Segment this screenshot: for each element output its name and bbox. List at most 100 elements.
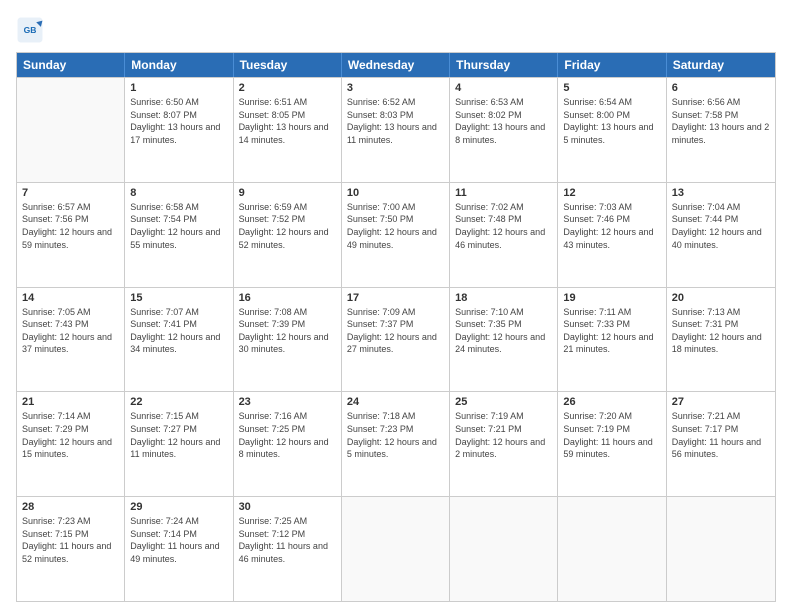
day-number: 7 <box>22 187 119 199</box>
day-info: Sunrise: 6:52 AMSunset: 8:03 PMDaylight:… <box>347 96 444 146</box>
day-number: 8 <box>130 187 227 199</box>
day-info: Sunrise: 7:21 AMSunset: 7:17 PMDaylight:… <box>672 410 770 460</box>
day-number: 10 <box>347 187 444 199</box>
day-info: Sunrise: 7:09 AMSunset: 7:37 PMDaylight:… <box>347 306 444 356</box>
calendar-cell: 24 Sunrise: 7:18 AMSunset: 7:23 PMDayligh… <box>342 392 450 496</box>
day-number: 15 <box>130 292 227 304</box>
day-info: Sunrise: 7:20 AMSunset: 7:19 PMDaylight:… <box>563 410 660 460</box>
calendar-cell: 7 Sunrise: 6:57 AMSunset: 7:56 PMDaylight… <box>17 183 125 287</box>
day-number: 4 <box>455 82 552 94</box>
weekday-header: Wednesday <box>342 53 450 77</box>
day-info: Sunrise: 6:57 AMSunset: 7:56 PMDaylight:… <box>22 201 119 251</box>
calendar-cell: 4 Sunrise: 6:53 AMSunset: 8:02 PMDaylight… <box>450 78 558 182</box>
day-number: 5 <box>563 82 660 94</box>
calendar-cell: 15 Sunrise: 7:07 AMSunset: 7:41 PMDayligh… <box>125 288 233 392</box>
calendar-cell: 28 Sunrise: 7:23 AMSunset: 7:15 PMDayligh… <box>17 497 125 601</box>
calendar-cell: 5 Sunrise: 6:54 AMSunset: 8:00 PMDaylight… <box>558 78 666 182</box>
header: GB <box>16 16 776 44</box>
day-info: Sunrise: 6:50 AMSunset: 8:07 PMDaylight:… <box>130 96 227 146</box>
calendar-row: 1 Sunrise: 6:50 AMSunset: 8:07 PMDaylight… <box>17 77 775 182</box>
day-info: Sunrise: 7:04 AMSunset: 7:44 PMDaylight:… <box>672 201 770 251</box>
day-info: Sunrise: 7:16 AMSunset: 7:25 PMDaylight:… <box>239 410 336 460</box>
calendar-cell: 9Sunrise: 6:59 AMSunset: 7:52 PMDaylight… <box>234 183 342 287</box>
day-number: 20 <box>672 292 770 304</box>
weekday-header: Friday <box>558 53 666 77</box>
day-info: Sunrise: 7:25 AMSunset: 7:12 PMDaylight:… <box>239 515 336 565</box>
day-info: Sunrise: 6:56 AMSunset: 7:58 PMDaylight:… <box>672 96 770 146</box>
day-info: Sunrise: 7:23 AMSunset: 7:15 PMDaylight:… <box>22 515 119 565</box>
day-info: Sunrise: 7:14 AMSunset: 7:29 PMDaylight:… <box>22 410 119 460</box>
day-number: 12 <box>563 187 660 199</box>
day-info: Sunrise: 7:10 AMSunset: 7:35 PMDaylight:… <box>455 306 552 356</box>
calendar-cell <box>17 78 125 182</box>
day-number: 29 <box>130 501 227 513</box>
calendar-header: SundayMondayTuesdayWednesdayThursdayFrid… <box>17 53 775 77</box>
weekday-header: Sunday <box>17 53 125 77</box>
day-number: 11 <box>455 187 552 199</box>
day-info: Sunrise: 7:18 AMSunset: 7:23 PMDaylight:… <box>347 410 444 460</box>
day-number: 2 <box>239 82 336 94</box>
day-info: Sunrise: 6:54 AMSunset: 8:00 PMDaylight:… <box>563 96 660 146</box>
day-number: 30 <box>239 501 336 513</box>
calendar-cell: 30 Sunrise: 7:25 AMSunset: 7:12 PMDayligh… <box>234 497 342 601</box>
day-info: Sunrise: 7:00 AMSunset: 7:50 PMDaylight:… <box>347 201 444 251</box>
day-info: Sunrise: 7:07 AMSunset: 7:41 PMDaylight:… <box>130 306 227 356</box>
calendar-cell: 23 Sunrise: 7:16 AMSunset: 7:25 PMDayligh… <box>234 392 342 496</box>
day-info: Sunrise: 7:15 AMSunset: 7:27 PMDaylight:… <box>130 410 227 460</box>
weekday-header: Tuesday <box>234 53 342 77</box>
calendar-cell: 11 Sunrise: 7:02 AMSunset: 7:48 PMDayligh… <box>450 183 558 287</box>
calendar-row: 14Sunrise: 7:05 AMSunset: 7:43 PMDayligh… <box>17 287 775 392</box>
calendar-cell: 27 Sunrise: 7:21 AMSunset: 7:17 PMDayligh… <box>667 392 775 496</box>
calendar-cell <box>558 497 666 601</box>
calendar-cell: 2 Sunrise: 6:51 AMSunset: 8:05 PMDaylight… <box>234 78 342 182</box>
day-number: 16 <box>239 292 336 304</box>
day-number: 25 <box>455 396 552 408</box>
day-info: Sunrise: 7:13 AMSunset: 7:31 PMDaylight:… <box>672 306 770 356</box>
calendar-cell: 12Sunrise: 7:03 AMSunset: 7:46 PMDayligh… <box>558 183 666 287</box>
day-info: Sunrise: 7:08 AMSunset: 7:39 PMDaylight:… <box>239 306 336 356</box>
calendar-cell: 22 Sunrise: 7:15 AMSunset: 7:27 PMDayligh… <box>125 392 233 496</box>
day-number: 26 <box>563 396 660 408</box>
calendar-cell: 20 Sunrise: 7:13 AMSunset: 7:31 PMDayligh… <box>667 288 775 392</box>
calendar-cell: 17 Sunrise: 7:09 AMSunset: 7:37 PMDayligh… <box>342 288 450 392</box>
day-info: Sunrise: 6:51 AMSunset: 8:05 PMDaylight:… <box>239 96 336 146</box>
calendar-cell: 13Sunrise: 7:04 AMSunset: 7:44 PMDayligh… <box>667 183 775 287</box>
calendar-cell: 8 Sunrise: 6:58 AMSunset: 7:54 PMDaylight… <box>125 183 233 287</box>
calendar-cell: 21 Sunrise: 7:14 AMSunset: 7:29 PMDayligh… <box>17 392 125 496</box>
day-number: 1 <box>130 82 227 94</box>
calendar-cell: 25 Sunrise: 7:19 AMSunset: 7:21 PMDayligh… <box>450 392 558 496</box>
page: GB SundayMondayTuesdayWednesdayThursdayF… <box>0 0 792 612</box>
day-info: Sunrise: 7:24 AMSunset: 7:14 PMDaylight:… <box>130 515 227 565</box>
day-number: 23 <box>239 396 336 408</box>
day-info: Sunrise: 7:05 AMSunset: 7:43 PMDaylight:… <box>22 306 119 356</box>
calendar-row: 7 Sunrise: 6:57 AMSunset: 7:56 PMDaylight… <box>17 182 775 287</box>
svg-text:GB: GB <box>24 25 37 35</box>
logo-icon: GB <box>16 16 44 44</box>
day-number: 27 <box>672 396 770 408</box>
calendar-cell: 3 Sunrise: 6:52 AMSunset: 8:03 PMDaylight… <box>342 78 450 182</box>
calendar-cell: 1 Sunrise: 6:50 AMSunset: 8:07 PMDaylight… <box>125 78 233 182</box>
weekday-header: Saturday <box>667 53 775 77</box>
day-number: 18 <box>455 292 552 304</box>
day-info: Sunrise: 7:02 AMSunset: 7:48 PMDaylight:… <box>455 201 552 251</box>
logo: GB <box>16 16 46 44</box>
day-number: 28 <box>22 501 119 513</box>
day-number: 24 <box>347 396 444 408</box>
day-number: 22 <box>130 396 227 408</box>
calendar-cell <box>450 497 558 601</box>
weekday-header: Monday <box>125 53 233 77</box>
day-info: Sunrise: 6:58 AMSunset: 7:54 PMDaylight:… <box>130 201 227 251</box>
calendar-cell: 26 Sunrise: 7:20 AMSunset: 7:19 PMDayligh… <box>558 392 666 496</box>
day-info: Sunrise: 7:19 AMSunset: 7:21 PMDaylight:… <box>455 410 552 460</box>
day-info: Sunrise: 7:11 AMSunset: 7:33 PMDaylight:… <box>563 306 660 356</box>
calendar-cell <box>342 497 450 601</box>
day-number: 17 <box>347 292 444 304</box>
day-info: Sunrise: 6:59 AMSunset: 7:52 PMDaylight:… <box>239 201 336 251</box>
day-number: 21 <box>22 396 119 408</box>
day-number: 6 <box>672 82 770 94</box>
calendar-cell: 29 Sunrise: 7:24 AMSunset: 7:14 PMDayligh… <box>125 497 233 601</box>
calendar-row: 28 Sunrise: 7:23 AMSunset: 7:15 PMDayligh… <box>17 496 775 601</box>
day-info: Sunrise: 6:53 AMSunset: 8:02 PMDaylight:… <box>455 96 552 146</box>
calendar-cell: 16 Sunrise: 7:08 AMSunset: 7:39 PMDayligh… <box>234 288 342 392</box>
day-number: 3 <box>347 82 444 94</box>
